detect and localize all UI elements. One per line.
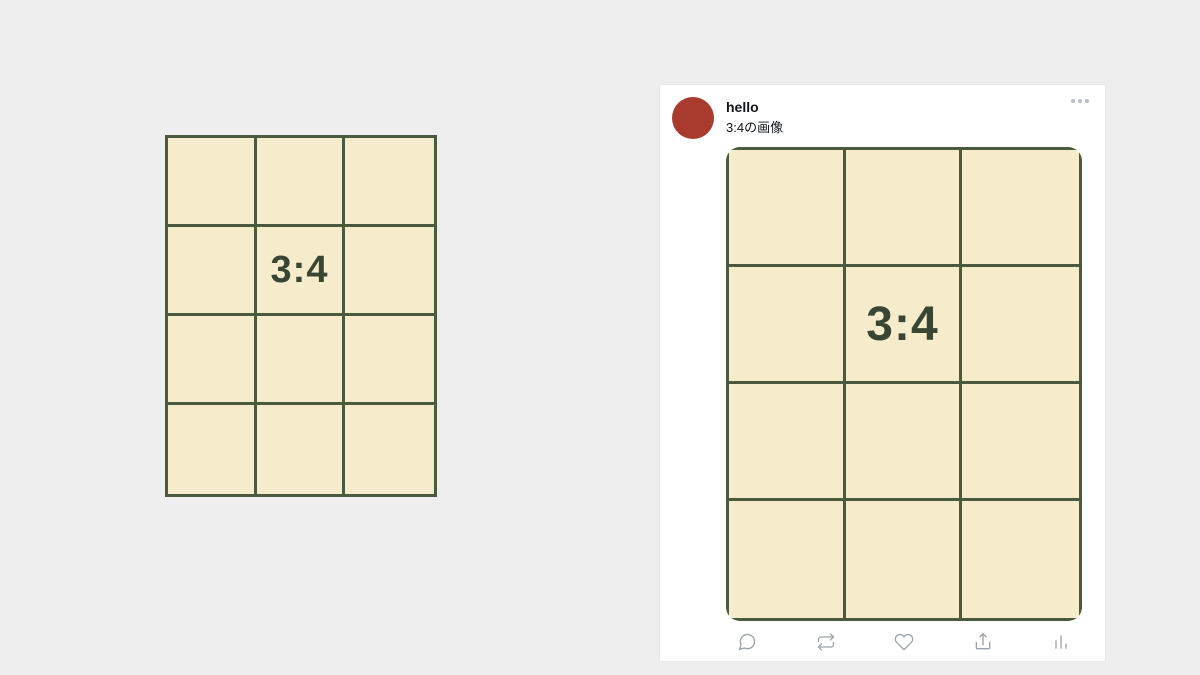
post-meta: hello 3:4の画像	[726, 97, 783, 136]
stats-icon[interactable]	[1050, 631, 1072, 653]
grid-cell	[729, 267, 846, 384]
grid-cell	[345, 227, 434, 316]
grid-cell	[729, 384, 846, 501]
ratio-label: 3:4	[271, 249, 329, 292]
grid-cell	[962, 384, 1079, 501]
ratio-label: 3:4	[866, 297, 938, 352]
reply-icon[interactable]	[736, 631, 758, 653]
grid-cell	[168, 316, 257, 405]
grid-cell	[846, 150, 963, 267]
grid-cell	[729, 501, 846, 618]
grid-cell	[168, 138, 257, 227]
grid-cell	[345, 405, 434, 494]
post-image-wrap: 3:4	[726, 147, 1082, 621]
post-card: hello 3:4の画像 3:4	[660, 85, 1105, 661]
grid-cell	[168, 405, 257, 494]
grid-cell	[257, 138, 346, 227]
post-header: hello 3:4の画像	[672, 97, 1093, 139]
post-username[interactable]: hello	[726, 99, 783, 115]
avatar[interactable]	[672, 97, 714, 139]
ratio-grid-standalone: 3:4	[165, 135, 437, 497]
grid-cell-label: 3:4	[846, 267, 963, 384]
like-icon[interactable]	[893, 631, 915, 653]
grid-cell	[257, 316, 346, 405]
grid-cell	[962, 267, 1079, 384]
grid-cell	[962, 501, 1079, 618]
grid-cell	[962, 150, 1079, 267]
grid-cell	[345, 316, 434, 405]
post-text: 3:4の画像	[726, 117, 783, 136]
post-action-bar	[726, 631, 1082, 653]
grid-cell	[257, 405, 346, 494]
more-icon[interactable]	[1071, 99, 1089, 103]
grid-cell-label: 3:4	[257, 227, 346, 316]
grid-cell	[729, 150, 846, 267]
grid-cell	[846, 384, 963, 501]
ratio-grid: 3:4	[726, 147, 1082, 621]
grid-cell	[345, 138, 434, 227]
grid-cell	[846, 501, 963, 618]
repost-icon[interactable]	[815, 631, 837, 653]
grid-cell	[168, 227, 257, 316]
share-icon[interactable]	[972, 631, 994, 653]
ratio-grid: 3:4	[165, 135, 437, 497]
post-image[interactable]: 3:4	[726, 147, 1082, 621]
